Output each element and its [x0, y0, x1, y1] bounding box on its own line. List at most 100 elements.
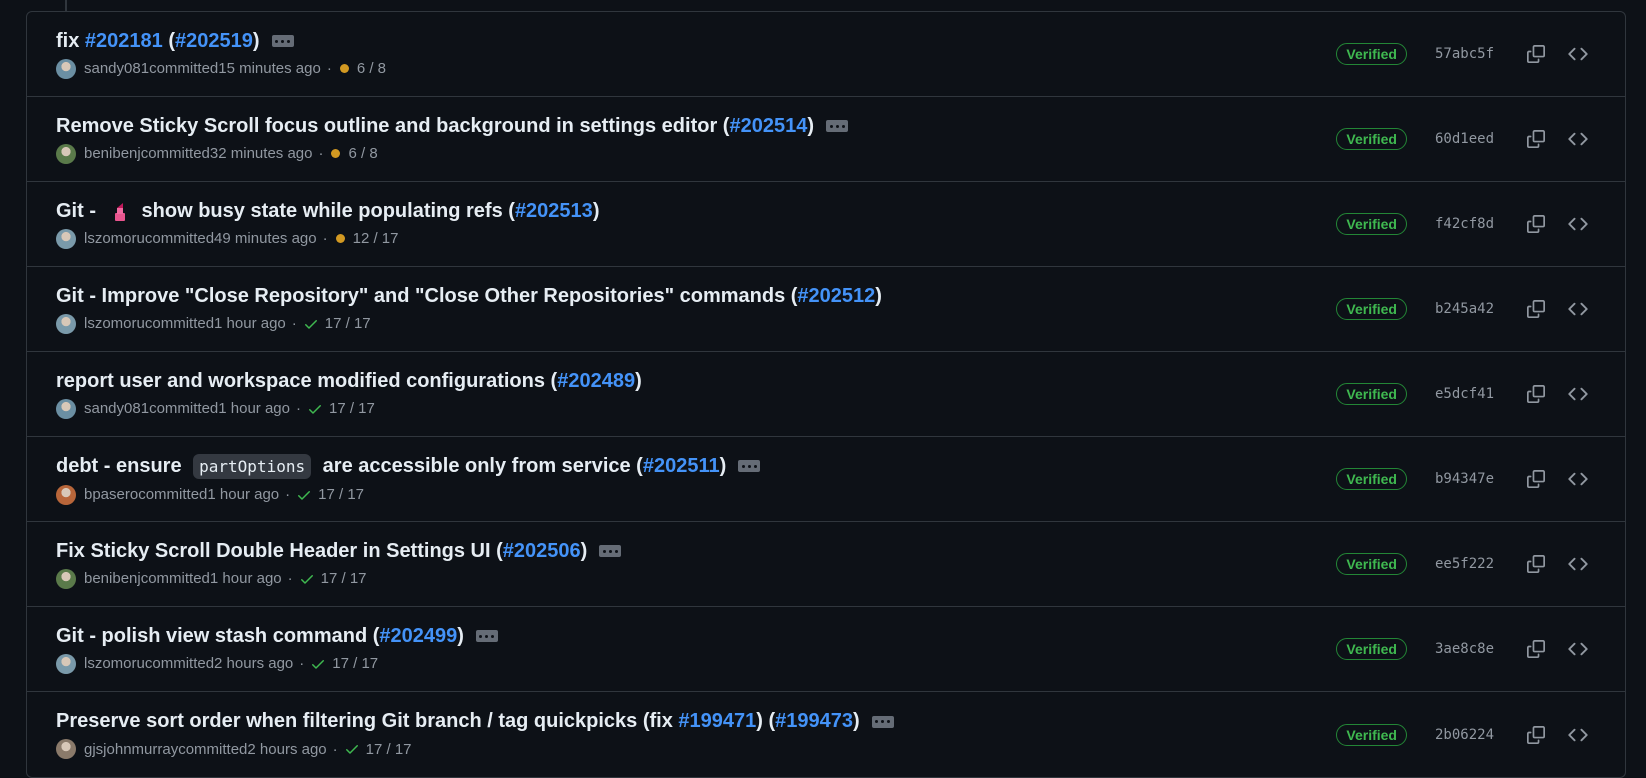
checks-count[interactable]: 12 / 17 — [353, 230, 399, 247]
expand-ellipsis-button[interactable] — [599, 545, 622, 557]
browse-repo-button[interactable] — [1561, 37, 1595, 71]
checks-count[interactable]: 17 / 17 — [325, 315, 371, 332]
avatar[interactable] — [56, 739, 76, 759]
copy-sha-button[interactable] — [1519, 37, 1553, 71]
issue-link[interactable]: #202514 — [729, 115, 807, 138]
verified-badge[interactable]: Verified — [1336, 468, 1407, 490]
issue-link[interactable]: #199471 — [678, 710, 756, 733]
browse-repo-button[interactable] — [1561, 207, 1595, 241]
expand-ellipsis-button[interactable] — [738, 460, 761, 472]
checks-count[interactable]: 17 / 17 — [329, 400, 375, 417]
avatar[interactable] — [56, 313, 76, 334]
commit-title[interactable]: Fix Sticky Scroll Double Header in Setti… — [56, 540, 622, 563]
verified-badge[interactable]: Verified — [1336, 383, 1407, 405]
browse-repo-button[interactable] — [1561, 292, 1595, 326]
author-link[interactable]: benibenj — [84, 145, 141, 162]
checks-count[interactable]: 6 / 8 — [348, 145, 377, 162]
author-link[interactable]: lszomoru — [84, 315, 145, 332]
commit-title[interactable]: report user and workspace modified confi… — [56, 370, 642, 393]
author-link[interactable]: benibenj — [84, 570, 141, 587]
copy-sha-button[interactable] — [1519, 122, 1553, 156]
verified-badge[interactable]: Verified — [1336, 298, 1407, 320]
check-icon[interactable] — [344, 741, 360, 757]
author-link[interactable]: sandy081 — [84, 60, 149, 77]
avatar[interactable] — [56, 58, 76, 79]
issue-link[interactable]: #202519 — [175, 30, 253, 53]
commit-time[interactable]: 1 hour ago — [218, 400, 290, 417]
commit-sha-link[interactable]: 57abc5f — [1435, 46, 1511, 62]
issue-link[interactable]: #202489 — [557, 370, 635, 393]
commit-time[interactable]: 32 minutes ago — [210, 145, 313, 162]
avatar[interactable] — [56, 484, 76, 505]
checks-count[interactable]: 17 / 17 — [332, 655, 378, 672]
commit-sha-link[interactable]: 60d1eed — [1435, 131, 1511, 147]
author-link[interactable]: gjsjohnmurray — [84, 741, 178, 758]
commit-title[interactable]: Git - polish view stash command (#202499… — [56, 625, 498, 648]
commit-title[interactable]: Git - Improve "Close Repository" and "Cl… — [56, 285, 882, 308]
copy-sha-button[interactable] — [1519, 377, 1553, 411]
check-icon[interactable] — [296, 487, 312, 503]
commit-sha-link[interactable]: ee5f222 — [1435, 556, 1511, 572]
check-icon[interactable] — [307, 401, 323, 417]
commit-time[interactable]: 1 hour ago — [207, 486, 279, 503]
commit-time[interactable]: 1 hour ago — [214, 315, 286, 332]
check-icon[interactable] — [303, 316, 319, 332]
commit-time[interactable]: 2 hours ago — [247, 741, 326, 758]
issue-link[interactable]: #202511 — [643, 455, 720, 478]
commit-sha-link[interactable]: e5dcf41 — [1435, 386, 1511, 402]
checks-count[interactable]: 17 / 17 — [366, 741, 412, 758]
author-link[interactable]: bpasero — [84, 486, 138, 503]
pending-status-icon[interactable] — [331, 149, 341, 158]
copy-sha-button[interactable] — [1519, 632, 1553, 666]
issue-link[interactable]: #202512 — [797, 285, 875, 308]
author-link[interactable]: lszomoru — [84, 230, 145, 247]
expand-ellipsis-button[interactable] — [271, 35, 294, 47]
copy-sha-button[interactable] — [1519, 718, 1553, 752]
verified-badge[interactable]: Verified — [1336, 43, 1407, 65]
issue-link[interactable]: #202506 — [503, 540, 581, 563]
browse-repo-button[interactable] — [1561, 377, 1595, 411]
avatar[interactable] — [56, 398, 76, 419]
expand-ellipsis-button[interactable] — [871, 715, 894, 728]
avatar[interactable] — [56, 143, 76, 164]
checks-count[interactable]: 17 / 17 — [318, 486, 364, 503]
copy-sha-button[interactable] — [1519, 547, 1553, 581]
verified-badge[interactable]: Verified — [1336, 638, 1407, 660]
commit-title[interactable]: debt - ensure partOptions are accessible… — [56, 453, 761, 479]
browse-repo-button[interactable] — [1561, 462, 1595, 496]
avatar[interactable] — [56, 653, 76, 674]
avatar[interactable] — [56, 228, 76, 249]
issue-link[interactable]: #202513 — [515, 200, 593, 223]
pending-status-icon[interactable] — [335, 234, 345, 243]
pending-status-icon[interactable] — [339, 64, 349, 73]
browse-repo-button[interactable] — [1561, 122, 1595, 156]
verified-badge[interactable]: Verified — [1336, 723, 1407, 746]
commit-sha-link[interactable]: 3ae8c8e — [1435, 641, 1511, 657]
copy-sha-button[interactable] — [1519, 462, 1553, 496]
verified-badge[interactable]: Verified — [1336, 553, 1407, 575]
check-icon[interactable] — [299, 571, 315, 587]
expand-ellipsis-button[interactable] — [826, 120, 848, 132]
issue-link[interactable]: #199473 — [775, 710, 853, 733]
commit-title[interactable]: Git - show busy state while populating r… — [56, 200, 599, 223]
checks-count[interactable]: 17 / 17 — [321, 570, 367, 587]
commit-sha-link[interactable]: b94347e — [1435, 471, 1511, 487]
commit-time[interactable]: 15 minutes ago — [218, 60, 321, 77]
issue-link[interactable]: #202499 — [379, 625, 457, 648]
commit-title[interactable]: Remove Sticky Scroll focus outline and b… — [56, 115, 848, 138]
commit-title[interactable]: Preserve sort order when filtering Git b… — [56, 710, 894, 733]
verified-badge[interactable]: Verified — [1336, 128, 1407, 150]
commit-sha-link[interactable]: f42cf8d — [1435, 216, 1511, 232]
avatar[interactable] — [56, 568, 76, 589]
copy-sha-button[interactable] — [1519, 207, 1553, 241]
commit-time[interactable]: 49 minutes ago — [214, 230, 317, 247]
issue-link[interactable]: #202181 — [85, 30, 163, 53]
browse-repo-button[interactable] — [1561, 632, 1595, 666]
browse-repo-button[interactable] — [1561, 547, 1595, 581]
commit-time[interactable]: 1 hour ago — [210, 570, 282, 587]
author-link[interactable]: lszomoru — [84, 655, 145, 672]
checks-count[interactable]: 6 / 8 — [357, 60, 386, 77]
author-link[interactable]: sandy081 — [84, 400, 149, 417]
commit-title[interactable]: fix #202181 (#202519) — [56, 30, 386, 53]
check-icon[interactable] — [310, 656, 326, 672]
